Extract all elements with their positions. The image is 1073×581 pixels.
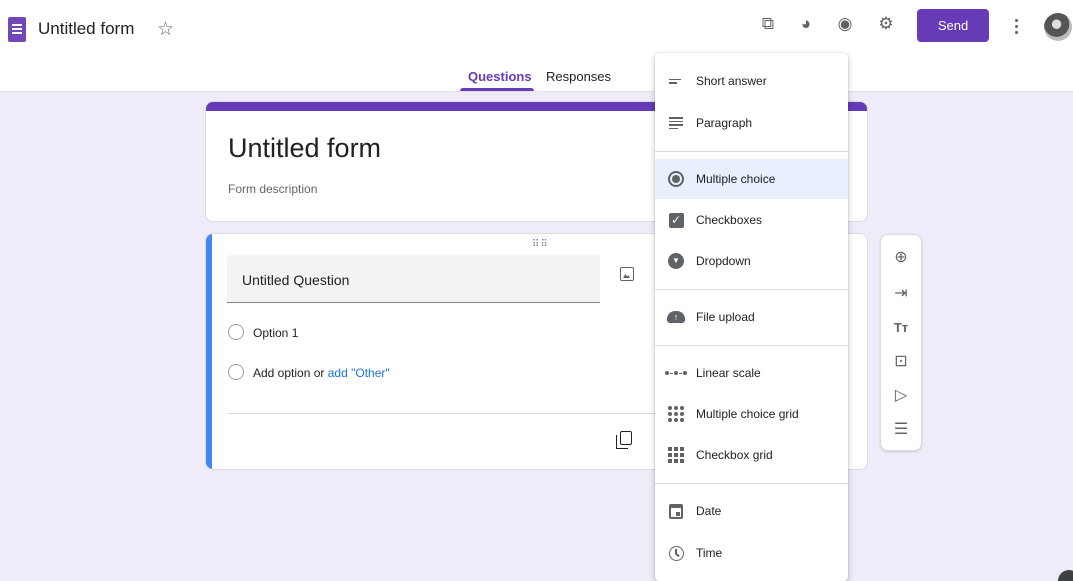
radio-icon	[228, 364, 244, 380]
add-option-link[interactable]: Add option	[253, 366, 310, 380]
menu-item-multiple-choice-grid[interactable]: Multiple choice grid	[655, 394, 848, 434]
menu-item-dropdown[interactable]: ▼ Dropdown	[655, 241, 848, 281]
radio-grid-icon	[667, 405, 685, 423]
form-title-input[interactable]: Untitled form	[228, 133, 381, 164]
top-bar: Untitled form ☆ ⧉ ◕ ◉ ⚙ Send Questions R…	[0, 0, 1073, 92]
checkbox-grid-icon	[667, 446, 685, 464]
menu-item-time[interactable]: Time	[655, 533, 848, 573]
add-video-icon[interactable]: ▷	[881, 383, 921, 407]
add-section-icon[interactable]: ☰	[881, 417, 921, 441]
add-option-row: Add option or add "Other"	[253, 366, 390, 380]
dropdown-icon: ▼	[667, 252, 685, 270]
star-icon[interactable]: ☆	[157, 18, 174, 41]
short-answer-icon	[667, 72, 685, 90]
calendar-icon	[667, 502, 685, 520]
more-vert-icon[interactable]	[1006, 14, 1026, 38]
help-icon[interactable]	[1058, 570, 1073, 581]
form-title-header[interactable]: Untitled form	[38, 19, 134, 39]
palette-icon[interactable]: ◕	[794, 12, 818, 36]
active-tab-indicator	[460, 88, 534, 91]
addons-icon[interactable]: ⧉	[756, 12, 780, 36]
add-other-link[interactable]: add "Other"	[328, 366, 390, 380]
preview-eye-icon[interactable]: ◉	[833, 12, 857, 36]
menu-item-checkbox-grid[interactable]: Checkbox grid	[655, 435, 848, 475]
option-label[interactable]: Option 1	[253, 326, 298, 340]
active-question-indicator	[206, 234, 212, 469]
settings-icon[interactable]: ⚙	[874, 12, 898, 36]
cloud-upload-icon: ↑	[667, 308, 685, 326]
tab-questions[interactable]: Questions	[468, 69, 532, 84]
question-type-menu: Short answer Paragraph Multiple choice ✓…	[655, 53, 848, 581]
menu-item-checkboxes[interactable]: ✓ Checkboxes	[655, 200, 848, 240]
radio-icon	[667, 170, 685, 188]
send-button[interactable]: Send	[917, 9, 989, 42]
forms-logo-icon[interactable]	[8, 17, 26, 42]
menu-item-multiple-choice[interactable]: Multiple choice	[655, 159, 848, 199]
add-image-icon[interactable]: ⊡	[881, 349, 921, 373]
clock-icon	[667, 544, 685, 562]
add-image-icon[interactable]	[620, 267, 634, 281]
form-description-input[interactable]: Form description	[228, 182, 317, 196]
or-text: or	[313, 366, 325, 380]
question-title-text: Untitled Question	[242, 272, 350, 288]
linear-scale-icon	[665, 364, 687, 382]
import-questions-icon[interactable]: ⇥	[881, 281, 921, 305]
menu-item-file-upload[interactable]: ↑ File upload	[655, 297, 848, 337]
menu-divider	[655, 483, 848, 484]
question-title-input[interactable]: Untitled Question	[227, 255, 600, 303]
checkbox-icon: ✓	[667, 211, 685, 229]
radio-icon	[228, 324, 244, 340]
menu-divider	[655, 151, 848, 152]
add-question-icon[interactable]: ⊕	[881, 245, 921, 269]
menu-divider	[655, 345, 848, 346]
tab-responses[interactable]: Responses	[546, 69, 611, 84]
avatar[interactable]	[1044, 13, 1072, 41]
menu-item-linear-scale[interactable]: Linear scale	[655, 353, 848, 393]
menu-item-date[interactable]: Date	[655, 491, 848, 531]
side-toolbar: ⊕ ⇥ Tт ⊡ ▷ ☰	[880, 234, 922, 451]
menu-divider	[655, 289, 848, 290]
duplicate-icon[interactable]	[616, 431, 632, 449]
add-title-icon[interactable]: Tт	[881, 315, 921, 339]
paragraph-icon	[667, 114, 685, 132]
drag-handle-icon[interactable]: ⠿⠿	[532, 239, 549, 250]
menu-item-short-answer[interactable]: Short answer	[655, 61, 848, 101]
menu-item-paragraph[interactable]: Paragraph	[655, 103, 848, 143]
